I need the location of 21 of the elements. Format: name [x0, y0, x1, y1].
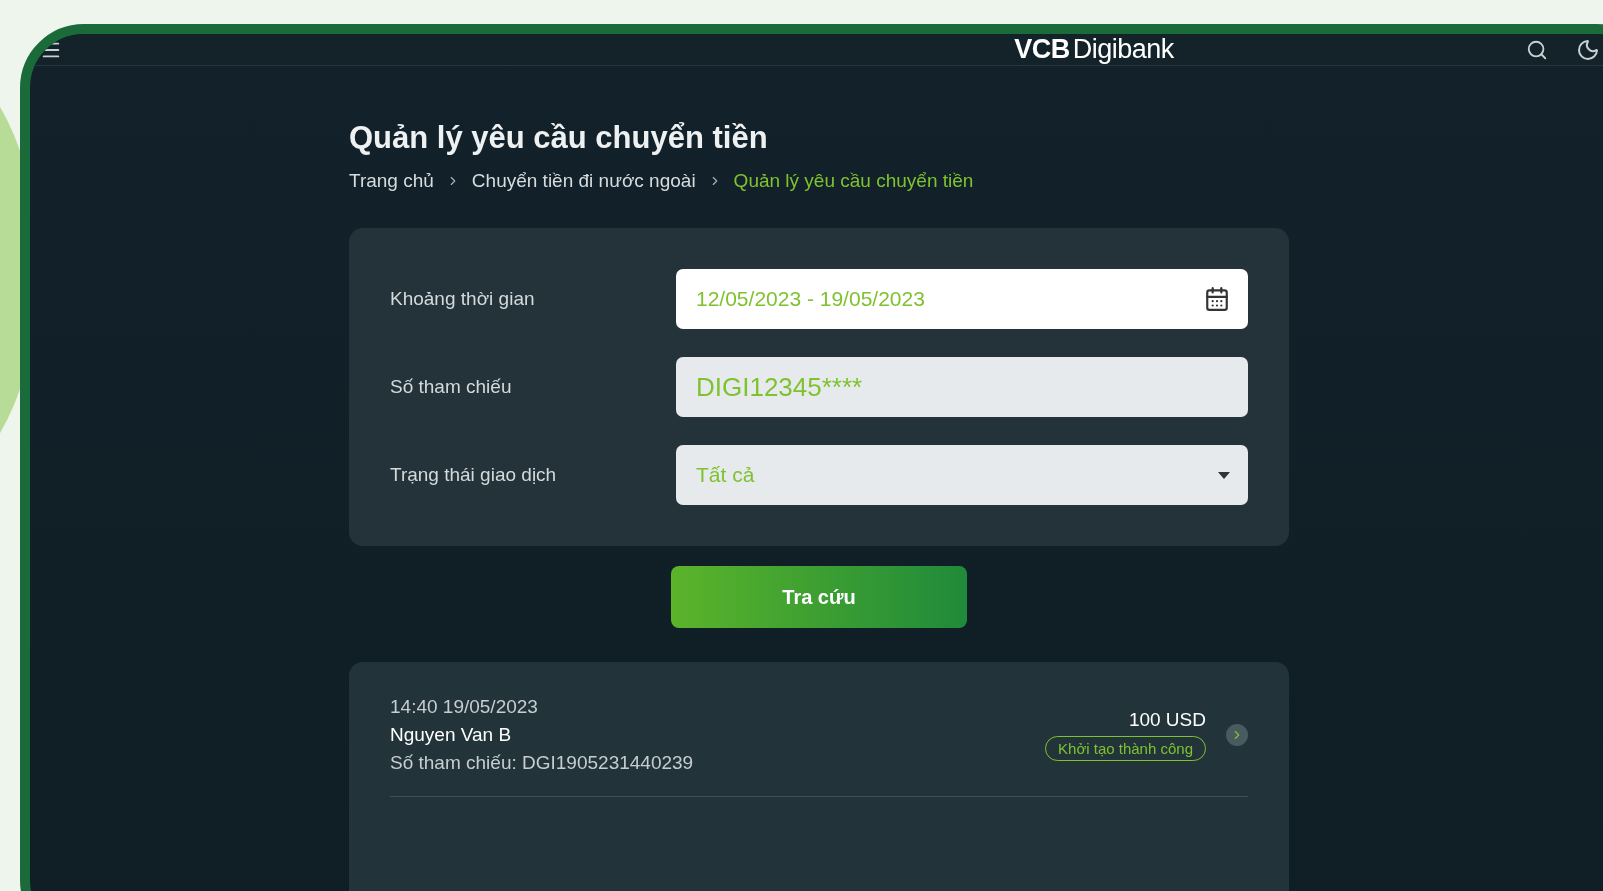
- field-label: Trạng thái giao dịch: [390, 464, 558, 486]
- search-icon[interactable]: [1526, 38, 1548, 61]
- moon-icon[interactable]: [1576, 37, 1600, 62]
- search-button[interactable]: Tra cứu: [671, 566, 967, 628]
- breadcrumb-link[interactable]: Chuyển tiền đi nước ngoài: [471, 170, 696, 192]
- caret-icon: [1218, 471, 1230, 479]
- field-label: Số tham chiếu: [390, 376, 513, 398]
- status-dropdown[interactable]: Tất cả: [676, 445, 1248, 505]
- logo: VCB Digibank: [1014, 34, 1174, 65]
- input-field[interactable]: DIGI12345****: [676, 357, 1248, 417]
- page-title: Quản lý yêu cầu chuyển tiền: [349, 120, 769, 156]
- field-label: Khoảng thời gian: [390, 288, 536, 310]
- breadcrumb-link[interactable]: Quản lý yêu cầu chuyển tiền: [733, 170, 974, 192]
- date-range-field[interactable]: 12/05/2023 - 19/05/2023: [676, 269, 1248, 329]
- chevron-right-icon[interactable]: [1226, 724, 1248, 746]
- reference-number: Số tham chiếu: DGI1905231440239: [390, 752, 694, 774]
- recipient-name: Nguyen Van B: [390, 724, 513, 746]
- amount: 100 USD: [1128, 709, 1206, 731]
- calendar-icon: [1204, 286, 1230, 312]
- breadcrumb-link[interactable]: Trang chủ: [349, 170, 434, 192]
- transaction-time: 14:40 19/05/2023: [390, 696, 539, 718]
